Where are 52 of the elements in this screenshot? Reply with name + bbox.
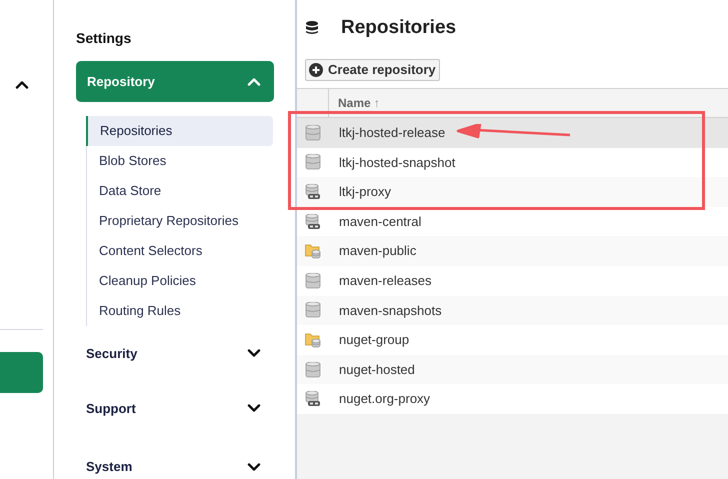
table-cell-text: maven-central <box>339 212 422 231</box>
table-cell-text: maven-snapshots <box>339 302 442 320</box>
database-icon <box>305 362 321 378</box>
table-row[interactable]: ltkj-proxy <box>297 177 728 207</box>
table-row[interactable]: nuget-hosted <box>297 354 728 384</box>
database-icon <box>305 302 321 318</box>
database-icon <box>305 154 321 170</box>
table-cell-text: ltkj-proxy <box>339 183 392 202</box>
table-row[interactable]: maven-snapshots <box>297 296 728 326</box>
nav-item[interactable]: Blob Stores <box>87 146 273 176</box>
nav-item[interactable]: Routing Rules <box>87 296 273 326</box>
section-header[interactable]: Support <box>76 381 274 436</box>
database-icon <box>306 21 318 35</box>
collapse-icon <box>247 77 261 86</box>
table-row[interactable]: ltkj-hosted-release <box>297 118 728 148</box>
table-cell-text: ltkj-hosted-release <box>339 124 446 142</box>
plus-circle-icon <box>309 63 323 77</box>
linked-database-icon <box>305 184 321 200</box>
section-header[interactable]: System <box>76 436 274 479</box>
nav-item[interactable]: Cleanup Policies <box>87 266 273 296</box>
table-row[interactable]: ltkj-hosted-snapshot <box>297 148 728 178</box>
section-header[interactable]: Repository <box>76 61 274 102</box>
expand-icon <box>247 349 261 358</box>
table-cell-text: maven-releases <box>339 272 432 290</box>
table-cell-text: nuget-group <box>339 331 410 350</box>
database-icon <box>305 124 321 141</box>
linked-database-icon <box>305 391 321 408</box>
table-cell-text: nuget.org-proxy <box>339 390 430 408</box>
folder-database-icon <box>305 243 321 260</box>
settings-title: Settings <box>76 29 132 48</box>
section-header[interactable]: Security <box>76 326 274 381</box>
column-header[interactable]: Name ↑ <box>329 89 380 117</box>
nav-item[interactable]: Data Store <box>87 176 273 206</box>
nav-item[interactable]: Content Selectors <box>87 236 273 266</box>
nav-item[interactable]: Repositories <box>86 116 273 146</box>
table-row[interactable]: maven-public <box>297 236 728 266</box>
collapse-icon <box>15 80 29 89</box>
expand-icon <box>247 462 261 472</box>
table-row[interactable]: nuget.org-proxy <box>297 384 728 414</box>
nav-item-background <box>0 352 43 393</box>
table-row[interactable]: maven-releases <box>297 266 728 296</box>
table-cell-text: maven-public <box>339 242 416 260</box>
linked-database-icon <box>305 214 321 230</box>
expand-icon <box>247 404 261 413</box>
folder-database-icon <box>305 332 321 348</box>
page-title: Repositories <box>341 16 456 40</box>
create-repository-button[interactable]: Create repository <box>305 59 440 81</box>
nav-item[interactable]: Proprietary Repositories <box>87 206 273 236</box>
table-row[interactable]: nuget-group <box>297 325 728 355</box>
table-cell-text: ltkj-hosted-snapshot <box>339 154 456 172</box>
table-cell-text: nuget-hosted <box>339 360 415 379</box>
database-icon <box>305 272 321 289</box>
